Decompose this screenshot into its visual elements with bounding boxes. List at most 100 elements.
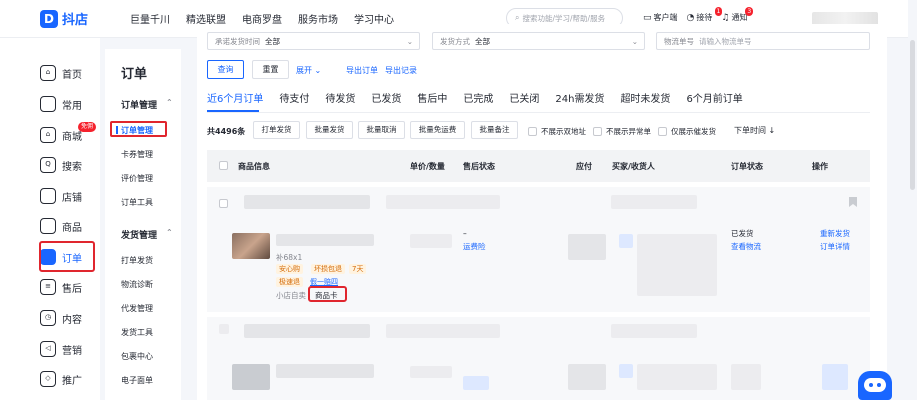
checkbox-label: 不展示异常单 [606,127,651,136]
sidebar-item-home[interactable]: ⌂ 首页 [40,65,82,81]
tab-pending-pay[interactable]: 待支付 [279,90,309,110]
subnav-group-label: 发货管理 [121,231,158,241]
query-button[interactable]: 查询 [207,60,244,79]
robot-eye [869,383,873,387]
product-card-highlight [308,286,347,302]
subnav-item-waybill[interactable]: 电子面单 [121,375,153,386]
batch-cancel-button[interactable]: 批量取消 [358,121,405,139]
robot-face [864,378,886,392]
filter-value: 全部 [475,36,490,46]
assistant-robot-icon[interactable] [858,371,892,400]
sidebar-item-search[interactable]: Q 搜索 [40,157,82,173]
subnav-item-ship-tools[interactable]: 发货工具 [121,327,153,338]
shipping-insurance-link[interactable]: 运费险 [463,241,486,252]
topnav-qianchuan[interactable]: 巨量千川 [130,11,170,26]
export-records-link[interactable]: 导出记录 [385,65,417,76]
filter-ship-time[interactable]: 承诺发货时间 全部 ⌄ [207,32,420,50]
export-orders-link[interactable]: 导出订单 [346,65,378,76]
order-count: 共4496条 [207,127,246,136]
notify-button[interactable]: ♫ 通知 3 [721,7,754,23]
logo[interactable]: D 抖店 [40,9,88,28]
logo-text: 抖店 [62,13,89,28]
hide-dual-address-checkbox[interactable]: 不展示双地址 [528,126,586,137]
buyer-icon-redacted [619,234,633,248]
order-checkbox[interactable] [219,199,228,208]
monitor-icon: ▭ [643,12,652,23]
tab-shipped[interactable]: 已发货 [371,90,401,110]
tab-overdue[interactable]: 超时未发货 [620,90,670,110]
tag-anxin: 安心购 [276,264,303,274]
order-detail-link[interactable]: 订单详情 [820,241,850,252]
only-urge-checkbox[interactable]: 仅展示催发货 [658,126,716,137]
sidebar-item-content[interactable]: ◷ 内容 [40,310,82,326]
sidebar-item-common[interactable]: 常用 [40,96,82,112]
view-logistics-link[interactable]: 查看物流 [731,241,761,252]
batch-ship-button[interactable]: 批量发货 [306,121,353,139]
scrollbar-thumb[interactable] [910,40,915,190]
sidebar-item-store[interactable]: 店铺 [40,188,82,204]
sidebar-item-goods[interactable]: 商品 [40,218,82,234]
tab-24h[interactable]: 24h需发货 [555,90,604,110]
print-ship-button[interactable]: 打单发货 [253,121,300,139]
megaphone-icon: ◁ [40,341,56,357]
sidebar-item-mall[interactable]: ⌂ 商城 [40,127,82,143]
page-scrollbar[interactable] [908,0,917,400]
notify-badge: 3 [745,7,754,16]
subnav-item-order-tools[interactable]: 订单工具 [121,197,153,208]
expand-link[interactable]: 展开 ⌄ [296,65,321,76]
client-button[interactable]: ▭ 客户端 [643,12,678,23]
th-buyer: 买家/收货人 [612,162,655,171]
shop-label: 小店自卖 [276,291,306,300]
subnav-group-order[interactable]: 订单管理 ⌃ [121,98,173,111]
filter-label: 承诺发货时间 [215,36,260,46]
th-payable: 应付 [576,162,592,171]
checkbox-box [528,127,537,136]
tab-6months[interactable]: 近6个月订单 [207,90,263,110]
sidebar-item-label: 首页 [62,69,82,81]
sort-arrow-icon: ↓ [768,126,776,135]
reship-link[interactable]: 重新发货 [820,228,850,239]
price-redacted [410,234,452,248]
chevron-down-icon: ⌄ [406,36,413,46]
filter-tracking-no[interactable]: 物流单号 请输入物流单号 [656,32,870,50]
hide-abnormal-checkbox[interactable]: 不展示异常单 [593,126,651,137]
tab-closed[interactable]: 已关闭 [509,90,539,110]
sort-label: 下单时间 [734,126,766,135]
order-meta-redacted [611,195,697,209]
subnav-item-coupon[interactable]: 卡券管理 [121,149,153,160]
tab-pending-ship[interactable]: 待发货 [325,90,355,110]
sidebar-item-marketing[interactable]: ◁ 营销 [40,341,82,357]
th-product: 商品信息 [238,162,270,171]
tab-older[interactable]: 6个月前订单 [686,90,742,110]
home-icon: ⌂ [40,65,56,81]
product-image[interactable] [232,233,270,259]
subnav-item-review[interactable]: 评价管理 [121,173,153,184]
select-all-checkbox[interactable] [219,161,228,170]
batch-remark-button[interactable]: 批量备注 [471,121,518,139]
sidebar-item-promote[interactable]: ◇ 推广 [40,371,82,387]
reception-button[interactable]: ◔ 接待 1 [687,7,723,23]
product-image[interactable] [232,364,270,390]
filter-ship-method[interactable]: 发货方式 全部 ⌄ [432,32,645,50]
search-icon: Q [40,157,56,173]
subnav-item-package[interactable]: 包裹中心 [121,351,153,362]
tab-completed[interactable]: 已完成 [463,90,493,110]
order-id-redacted [244,324,370,338]
order-highlight [39,241,95,272]
sort-dropdown[interactable]: 下单时间 ↓ [734,125,775,136]
batch-free-ship-button[interactable]: 批量免运费 [410,121,465,139]
reset-button[interactable]: 重置 [252,60,289,79]
subnav-group-label: 订单管理 [121,101,158,111]
subnav-group-ship[interactable]: 发货管理 ⌃ [121,228,173,241]
sidebar-item-aftersale[interactable]: ≡ 售后 [40,279,82,295]
mall-badge: 免佣 [78,122,97,132]
filter-value: 全部 [265,36,280,46]
subnav-item-logistics[interactable]: 物流诊断 [121,279,153,290]
tabs-divider [207,112,870,113]
tab-aftersale[interactable]: 售后中 [417,90,447,110]
order-checkbox-redacted [219,324,229,334]
subnav-item-order-manage[interactable]: 订单管理 [121,125,153,136]
aftersale-status: – [463,229,467,238]
subnav-item-dropship[interactable]: 代发管理 [121,303,153,314]
subnav-item-print-ship[interactable]: 打单发货 [121,255,153,266]
